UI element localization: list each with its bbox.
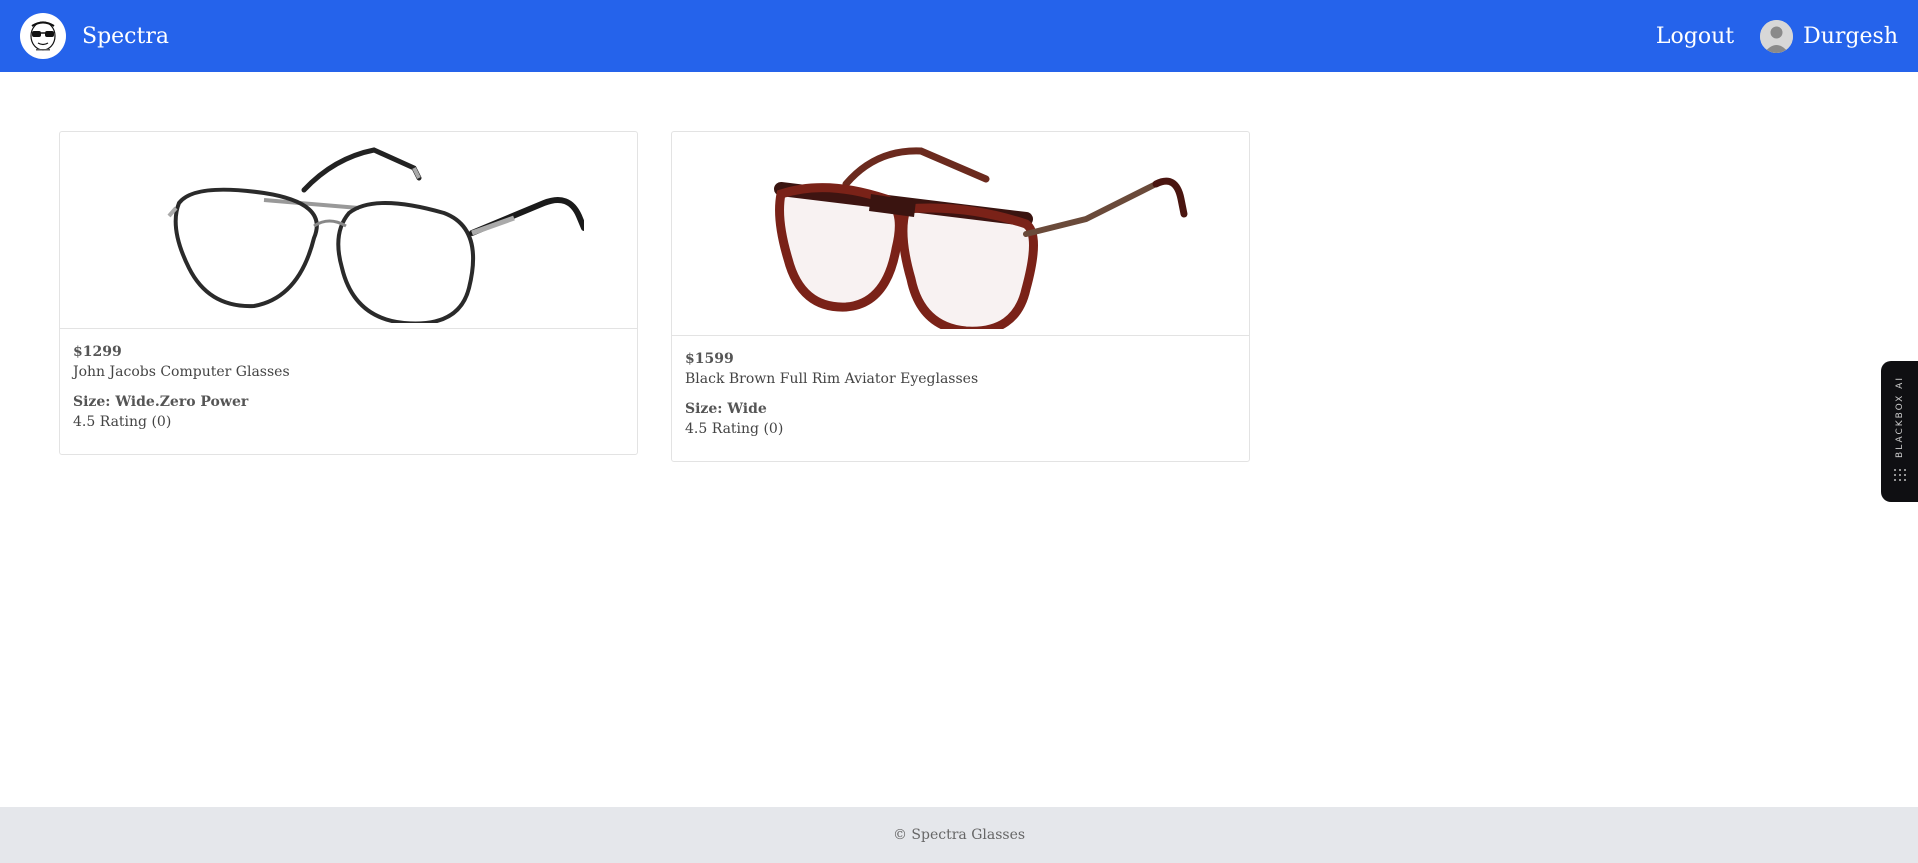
sunglasses-logo-icon [20,13,66,59]
product-rating: 4.5 Rating (0) [73,414,172,430]
brand-name: Spectra [82,23,169,49]
nav-right: Logout Durgesh [1656,19,1898,53]
avatar-icon [1760,19,1794,53]
product-title: John Jacobs Computer Glasses [73,364,290,380]
brown-aviator-glasses-icon [773,146,1187,329]
username: Durgesh [1803,23,1898,49]
product-size: Size: Wide [685,401,767,417]
product-price: $1599 [685,351,734,367]
product-card[interactable]: $1299 John Jacobs Computer Glasses Size:… [59,131,638,455]
product-title: Black Brown Full Rim Aviator Eyeglasses [685,371,979,387]
product-image [672,132,1249,336]
product-image [60,132,637,329]
dots-icon [1892,467,1908,487]
silver-aviator-glasses-icon [166,146,584,323]
navbar: Spectra Logout Durgesh [0,0,1918,72]
blackbox-ai-widget[interactable]: BLACKBOX AI [1881,361,1918,502]
blackbox-ai-label: BLACKBOX AI [1894,375,1905,458]
product-grid: $1299 John Jacobs Computer Glasses Size:… [59,131,1250,462]
product-card-body: $1599 Black Brown Full Rim Aviator Eyegl… [672,336,1249,461]
logout-link[interactable]: Logout [1656,24,1734,49]
product-card-body: $1299 John Jacobs Computer Glasses Size:… [60,329,637,454]
brand-link[interactable]: Spectra [20,13,169,59]
product-card[interactable]: $1599 Black Brown Full Rim Aviator Eyegl… [671,131,1250,462]
footer: © Spectra Glasses [0,807,1918,863]
user-menu[interactable]: Durgesh [1760,19,1898,53]
footer-copyright: © Spectra Glasses [892,827,1026,843]
product-price: $1299 [73,344,122,360]
product-size: Size: Wide.Zero Power [73,394,249,410]
product-rating: 4.5 Rating (0) [685,421,784,437]
